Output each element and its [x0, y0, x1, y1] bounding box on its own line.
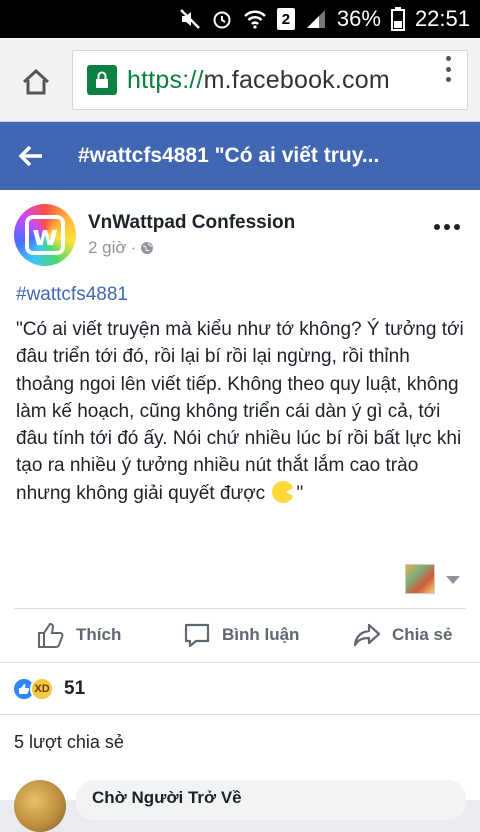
thumbs-up-icon: [38, 622, 64, 648]
signal-icon: [305, 8, 327, 30]
page-title: #wattcfs4881 "Có ai viết truy...: [78, 144, 380, 167]
clock-time: 22:51: [414, 6, 470, 31]
commenter-name[interactable]: Chờ Người Trở Về: [92, 788, 242, 807]
back-arrow-icon[interactable]: [14, 139, 48, 173]
post-text: "Có ai viết truyện mà kiểu như tớ không?…: [16, 316, 464, 507]
browser-menu-button[interactable]: [438, 56, 458, 82]
sim-badge: 2: [276, 8, 295, 30]
reactions-summary[interactable]: XD 51: [0, 662, 480, 714]
globe-icon: [141, 242, 154, 254]
wattpad-logo-icon: w: [25, 215, 65, 255]
comment-button[interactable]: Bình luận: [182, 620, 299, 650]
page-header: #wattcfs4881 "Có ai viết truy...: [0, 122, 480, 190]
post-body-text: "Có ai viết truyện mà kiểu như tớ không?…: [16, 319, 464, 504]
hashtag-link[interactable]: #wattcfs4881: [16, 284, 128, 306]
post-meta: 2 giờ ·: [88, 238, 154, 258]
post-time[interactable]: 2 giờ: [88, 238, 127, 258]
haha-reaction-icon: XD: [30, 676, 54, 701]
like-button[interactable]: Thích: [36, 620, 121, 650]
battery-percent: 36%: [336, 6, 381, 31]
browser-toolbar: https://m.facebook.com: [0, 38, 480, 122]
comment-bubble[interactable]: Chờ Người Trở Về: [76, 780, 466, 820]
home-icon: [22, 68, 50, 95]
sim-icon: 2: [276, 8, 295, 30]
comment-label: Bình luận: [222, 625, 300, 644]
share-icon: [353, 623, 381, 647]
mute-icon: [179, 8, 201, 30]
home-button[interactable]: [18, 64, 54, 100]
chevron-down-icon[interactable]: [446, 576, 460, 584]
comment-icon: [184, 623, 210, 648]
wifi-icon: [243, 8, 267, 30]
post-body-end: ": [296, 482, 304, 504]
divider: [14, 608, 466, 609]
post-card: w VnWattpad Confession 2 giờ · #wattcfs4…: [0, 190, 480, 662]
url-text: https://m.facebook.com: [127, 66, 390, 95]
page-name-link[interactable]: VnWattpad Confession: [88, 212, 295, 234]
reaction-count: 51: [64, 677, 86, 699]
commenter-avatar[interactable]: [14, 780, 66, 832]
pacman-emoji-icon: [272, 480, 296, 503]
comment-item: Chờ Người Trở Về: [0, 770, 480, 832]
share-count[interactable]: 5 lượt chia sẻ: [0, 714, 480, 770]
post-options-button[interactable]: [434, 224, 460, 230]
like-label: Thích: [76, 625, 122, 644]
reaction-preview-thumbnail[interactable]: [405, 564, 435, 594]
meta-separator: ·: [130, 238, 137, 257]
url-host: m.facebook.com: [203, 65, 390, 94]
alarm-icon: [211, 8, 233, 30]
share-button[interactable]: Chia sẻ: [352, 620, 452, 650]
status-bar: 2 36% 22:51: [0, 0, 480, 38]
action-bar: Thích Bình luận Chia sẻ: [0, 610, 480, 660]
lock-icon: [87, 65, 117, 95]
share-label: Chia sẻ: [392, 625, 453, 644]
address-bar[interactable]: https://m.facebook.com: [72, 50, 468, 110]
url-scheme: https://: [127, 65, 204, 94]
page-avatar[interactable]: w: [14, 204, 76, 266]
battery-icon: [390, 7, 405, 31]
